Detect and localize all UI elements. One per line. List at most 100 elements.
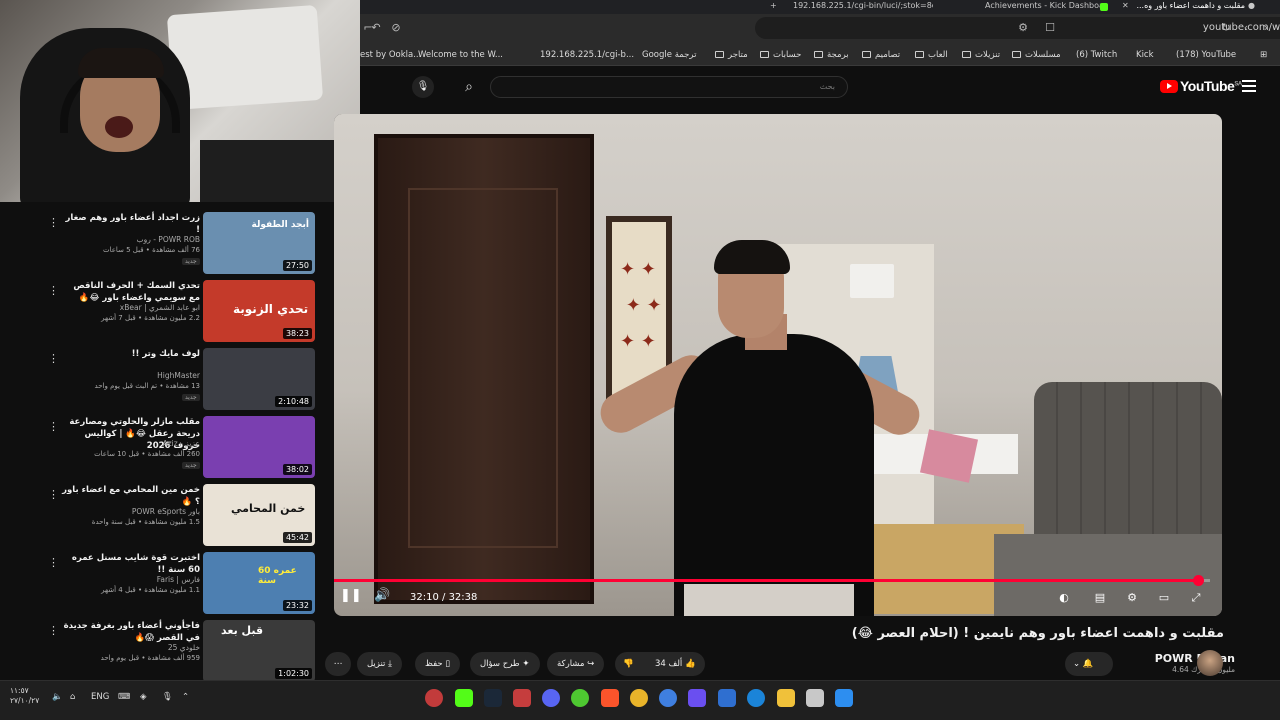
video-title[interactable]: تحدي السمك + الحرف الناقص مع سويمي واعضا… — [60, 280, 200, 304]
video-thumbnail[interactable]: عمره 60 سنة 23:32 — [203, 552, 315, 614]
app-media-icon[interactable] — [688, 689, 706, 707]
app-chrome-2-icon[interactable] — [659, 689, 677, 707]
channel-avatar[interactable] — [1197, 650, 1223, 676]
language-indicator[interactable]: ENG — [91, 692, 109, 702]
bookmark-kick[interactable]: Kick — [1136, 48, 1154, 62]
close-tab-icon[interactable]: ✕ — [1122, 0, 1129, 14]
channel-name[interactable]: ابو عابد الشمري | xBear — [60, 303, 200, 312]
tab-youtube-video[interactable]: مقلبت و داهمت اعضاء باور وه... — [1135, 0, 1245, 14]
video-thumbnail[interactable]: 38:02 — [203, 416, 315, 478]
forward-icon[interactable]: › — [1258, 20, 1274, 36]
bookmark-stores[interactable]: متاجر — [715, 48, 748, 62]
more-options-icon[interactable]: ⋮ — [48, 420, 59, 433]
more-options-icon[interactable]: ⋮ — [48, 488, 59, 501]
recommendation-item[interactable]: قبل بعد 1:02:30 فاجأوني أعضاء باور بغرفة … — [0, 614, 325, 682]
back-icon[interactable]: ‹ — [1238, 20, 1254, 36]
bookmark-youtube[interactable]: (178) YouTube — [1176, 48, 1236, 62]
channel-name[interactable]: عزيز - Aziz — [60, 439, 200, 448]
video-player[interactable]: ❚❚ 🔊 32:10 / 32:38 ◐ ▤ ⚙ ▭ ⤢ — [334, 114, 1222, 616]
recommendation-item[interactable]: تحدي الزنوبة 38:23 تحدي السمك + الحرف الن… — [0, 274, 325, 342]
more-options-icon[interactable]: ⋮ — [48, 284, 59, 297]
bookmark-games[interactable]: العاب — [915, 48, 948, 62]
tab-kick-dashboard[interactable]: Achievements - Kick Dashboard — [985, 0, 1105, 14]
video-title[interactable]: لوف مايك وتر !! — [60, 348, 200, 360]
bookmark-google-translate[interactable]: Google ترجمة — [642, 48, 696, 62]
video-title[interactable]: فاجأوني أعضاء باور بغرفة جديدة في القصر … — [60, 620, 200, 644]
progress-scrubber[interactable] — [1192, 575, 1204, 586]
app-discord-icon[interactable] — [542, 689, 560, 707]
video-thumbnail[interactable]: خمن المحامي 45:42 — [203, 484, 315, 546]
download-button[interactable]: تنزيل ⤓ — [357, 652, 402, 676]
theater-mode-icon[interactable]: ▭ — [1156, 591, 1172, 605]
recommendation-item[interactable]: خمن المحامي 45:42 خمن مين المحامي مع اعضا… — [0, 478, 325, 546]
channel-name[interactable]: POWR ROB - روب — [60, 235, 200, 244]
video-title[interactable]: اختبرت قوة شايب مسنل عمره 60 سنة !! — [60, 552, 200, 576]
app-edge-icon[interactable] — [747, 689, 765, 707]
app-xbox-icon[interactable] — [571, 689, 589, 707]
channel-name[interactable]: باور POWR eSports — [60, 507, 200, 516]
bookmark-downloads[interactable]: تنزيلات — [962, 48, 1000, 62]
video-thumbnail[interactable]: قبل بعد 1:02:30 — [203, 620, 315, 682]
site-settings-icon[interactable]: ⚙ — [1015, 20, 1031, 36]
video-title[interactable]: خمن مين المحامي مع اعضاء باور ؟ 🔥 — [60, 484, 200, 508]
undo-icon[interactable]: ↶ — [368, 20, 384, 36]
bookmark-welcome[interactable]: Welcome to the W... — [418, 48, 503, 62]
bookmark-designs[interactable]: تصاميم — [862, 48, 900, 62]
no-tracking-icon[interactable]: ⊘ — [388, 20, 404, 36]
bookmark-icon[interactable]: ☐ — [1042, 20, 1058, 36]
more-actions-icon[interactable]: ⋯ — [325, 652, 351, 676]
more-options-icon[interactable]: ⋮ — [48, 216, 59, 229]
like-button[interactable]: 34 ألف 👍 — [655, 652, 696, 676]
recommendation-item[interactable]: أبجد الطفولة 27:50 زرت اجداد أعضاء باور و… — [0, 206, 325, 274]
recommendation-item[interactable]: 38:02 مقلب مازلر والحلوتي ومصارعة دريحة … — [0, 410, 325, 478]
show-hidden-icons-icon[interactable]: ⌃ — [182, 692, 189, 702]
hamburger-menu-icon[interactable] — [1242, 80, 1256, 92]
mic-icon[interactable]: 🎙 — [412, 76, 434, 98]
app-kick-icon[interactable] — [455, 689, 473, 707]
channel-name[interactable]: HighMaster — [60, 371, 200, 380]
app-steam-icon[interactable] — [484, 689, 502, 707]
video-title[interactable]: زرت اجداد أعضاء باور وهم صغار ! — [60, 212, 200, 236]
volume-tray-icon[interactable]: 🔈 — [52, 692, 63, 702]
share-button[interactable]: مشاركة ↪ — [547, 652, 605, 676]
tray-app-icon[interactable]: ◈ — [140, 692, 147, 702]
bookmark-programming[interactable]: برمجة — [814, 48, 849, 62]
subtitles-icon[interactable]: ▤ — [1092, 591, 1108, 605]
app-obs-icon[interactable] — [425, 689, 443, 707]
app-chrome-icon[interactable] — [630, 689, 648, 707]
app-taskview-icon[interactable] — [806, 689, 824, 707]
tab-router[interactable]: 192.168.225.1/cgi-bin/luci/;stok=8cc — [793, 0, 933, 14]
windows-start-icon[interactable] — [835, 689, 853, 707]
bookmark-twitch[interactable]: (6) Twitch — [1076, 48, 1117, 62]
app-brave-icon[interactable] — [601, 689, 619, 707]
ask-button[interactable]: طرح سؤال ✦ — [470, 652, 540, 676]
video-thumbnail[interactable]: أبجد الطفولة 27:50 — [203, 212, 315, 274]
video-thumbnail[interactable]: تحدي الزنوبة 38:23 — [203, 280, 315, 342]
channel-name[interactable]: فارس | Faris — [60, 575, 200, 584]
fullscreen-icon[interactable]: ⤢ — [1188, 591, 1204, 605]
autoplay-toggle-icon[interactable]: ◐ — [1056, 591, 1072, 605]
channel-name[interactable]: خلودي 25 — [60, 643, 200, 652]
keyboard-tray-icon[interactable]: ⌨ — [118, 692, 130, 702]
search-input[interactable]: بحث — [490, 76, 848, 98]
network-tray-icon[interactable]: ⌂ — [70, 692, 75, 702]
recommendation-item[interactable]: 2:10:48 لوف مايك وتر !! HighMaster 13 مش… — [0, 342, 325, 410]
more-options-icon[interactable]: ⋮ — [48, 624, 59, 637]
more-options-icon[interactable]: ⋮ — [48, 556, 59, 569]
bookmark-ookla[interactable]: est by Ookla... — [360, 48, 421, 62]
youtube-logo[interactable]: YouTubeSA — [1160, 78, 1242, 94]
extensions-icon[interactable]: ⊞ — [1260, 48, 1267, 62]
search-icon[interactable]: ⌕ — [452, 76, 486, 98]
reload-icon[interactable]: ↻ — [1218, 20, 1234, 36]
new-tab-icon[interactable]: + — [770, 0, 777, 14]
volume-icon[interactable]: 🔊 — [374, 588, 390, 603]
bookmark-router[interactable]: 192.168.225.1/cgi-b... — [540, 48, 634, 62]
pause-icon[interactable]: ❚❚ — [340, 588, 362, 603]
app-streamer-icon[interactable] — [513, 689, 531, 707]
dislike-icon[interactable]: 👎 — [623, 652, 634, 676]
progress-bar[interactable] — [334, 575, 1210, 586]
clock[interactable]: ١١:٥٧ ٢٧/١٠/٢٧ — [10, 686, 39, 706]
more-options-icon[interactable]: ⋮ — [48, 352, 59, 365]
app-explorer-icon[interactable] — [777, 689, 795, 707]
bookmark-accounts[interactable]: حسابات — [760, 48, 801, 62]
